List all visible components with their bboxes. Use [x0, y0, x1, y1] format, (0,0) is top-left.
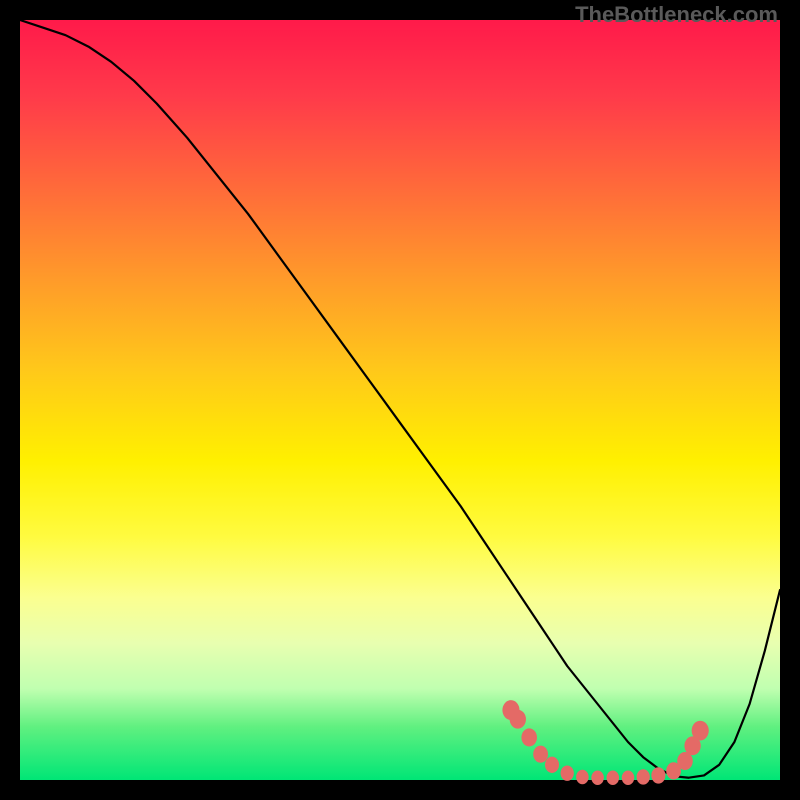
bottleneck-curve [20, 20, 780, 778]
curve-marker [533, 746, 548, 763]
curve-marker [545, 757, 559, 773]
chart-svg [20, 20, 780, 780]
curve-marker [510, 710, 526, 729]
curve-marker [692, 721, 709, 741]
chart-container: TheBottleneck.com [0, 0, 800, 800]
curve-marker [521, 728, 537, 746]
curve-marker [637, 769, 650, 784]
curve-marker [622, 770, 635, 785]
curve-marker [591, 770, 604, 785]
plot-area [20, 20, 780, 780]
curve-marker [561, 765, 574, 780]
curve-marker [607, 770, 620, 785]
watermark-text: TheBottleneck.com [575, 2, 778, 28]
curve-marker [651, 767, 665, 783]
curve-marker [576, 770, 589, 785]
